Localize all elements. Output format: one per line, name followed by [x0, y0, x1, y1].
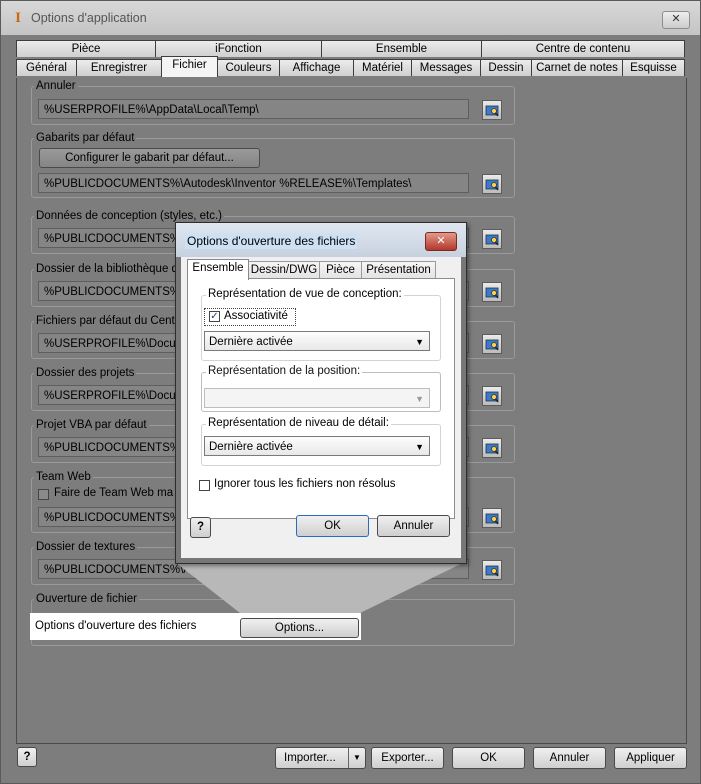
dialog-title-bar: Options d'ouverture des fichiers ✕ [176, 223, 466, 257]
dialog-cancel-button[interactable]: Annuler [377, 515, 450, 537]
file-open-options-dialog: Options d'ouverture des fichiers ✕ Ensem… [175, 222, 467, 564]
dialog-ok-button[interactable]: OK [296, 515, 369, 537]
combo-value: Dernière activée [209, 336, 293, 348]
vue-conception-combo[interactable]: Dernière activée ▼ [204, 331, 430, 351]
chevron-down-icon: ▼ [415, 394, 424, 404]
group-label: Représentation de niveau de détail: [206, 417, 391, 429]
options-button[interactable]: Options... [240, 618, 359, 638]
dtab-ensemble[interactable]: Ensemble [187, 259, 249, 280]
combo-value: Dernière activée [209, 441, 293, 453]
dtab-piece[interactable]: Pièce [319, 261, 362, 279]
group-label: Représentation de vue de conception: [206, 288, 404, 300]
dtab-dessin-dwg[interactable]: Dessin/DWG [248, 261, 320, 279]
options-row-label: Options d'ouverture des fichiers [35, 620, 197, 632]
chevron-down-icon: ▼ [415, 442, 424, 452]
chevron-down-icon: ▼ [415, 337, 424, 347]
dialog-help-button[interactable]: ? [190, 517, 211, 538]
associativite-label: Associativité [224, 310, 288, 322]
dialog-title: Options d'ouverture des fichiers [185, 233, 358, 249]
dialog-tab-panel: Représentation de vue de conception: ✓ A… [187, 278, 455, 519]
associativite-checkbox[interactable]: ✓ [209, 311, 220, 322]
position-combo[interactable]: ▼ [204, 388, 430, 408]
dialog-close-button[interactable]: ✕ [425, 232, 457, 251]
ignorer-checkbox[interactable] [199, 480, 210, 491]
group-label: Représentation de la position: [206, 365, 363, 377]
niveau-detail-combo[interactable]: Dernière activée ▼ [204, 436, 430, 456]
dtab-presentation[interactable]: Présentation [361, 261, 436, 279]
dialog-content: Ensemble Dessin/DWG Pièce Présentation R… [181, 257, 461, 558]
options-row-highlight: Options d'ouverture des fichiers Options… [30, 613, 361, 640]
ignorer-label: Ignorer tous les fichiers non résolus [214, 478, 396, 490]
